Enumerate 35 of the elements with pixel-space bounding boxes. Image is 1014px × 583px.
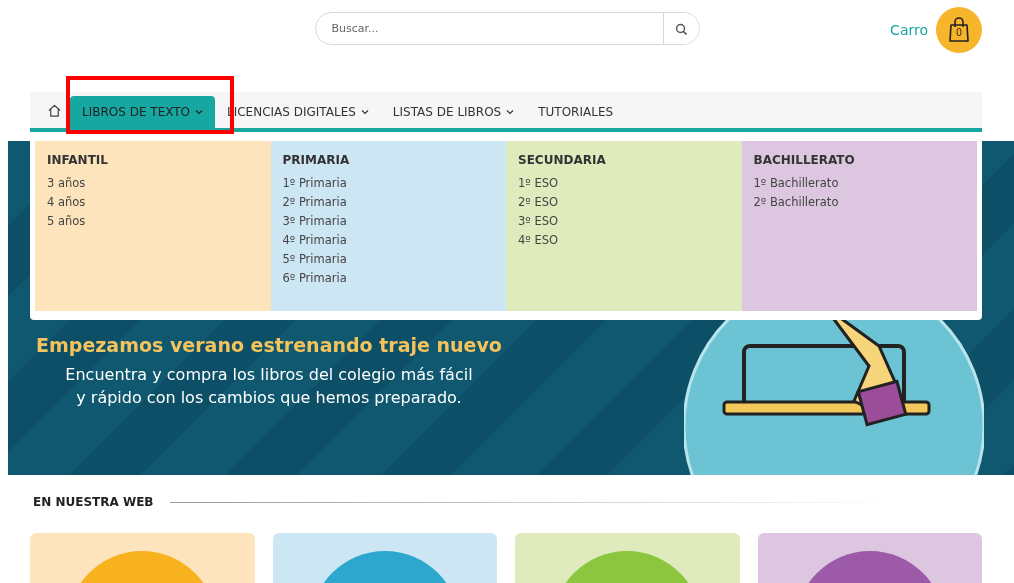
menu-link[interactable]: 4 años xyxy=(47,195,86,209)
menu-link[interactable]: 4º Primaria xyxy=(282,233,347,247)
column-heading: INFANTIL xyxy=(47,153,108,167)
shopping-bag-icon xyxy=(948,17,970,43)
column-heading: PRIMARIA xyxy=(282,153,350,167)
search-icon xyxy=(675,22,687,35)
menu-link[interactable]: 6º Primaria xyxy=(282,271,347,285)
menu-link[interactable]: 5 años xyxy=(47,214,86,228)
home-icon xyxy=(46,102,62,118)
menu-link[interactable]: 2º ESO xyxy=(518,195,558,209)
menu-link[interactable]: 3º ESO xyxy=(518,214,558,228)
nav-tab[interactable]: LISTAS DE LIBROS xyxy=(380,96,527,128)
menu-link[interactable]: 1º Primaria xyxy=(282,176,347,190)
menu-link[interactable]: 1º ESO xyxy=(518,176,558,190)
section-title: EN NUESTRA WEB xyxy=(33,495,154,509)
menu-link[interactable]: 3º Primaria xyxy=(282,214,347,228)
category-card[interactable] xyxy=(757,533,982,583)
column-heading: BACHILLERATO xyxy=(753,153,855,167)
category-card[interactable] xyxy=(272,533,497,583)
banner-text: Encuentra y compra los libros del colegio más fácil y rápido con los cambios que hemos preparado. xyxy=(64,364,474,409)
menu-link[interactable]: 2º Primaria xyxy=(282,195,347,209)
menu-link[interactable]: 4º ESO xyxy=(518,233,558,247)
menu-link[interactable]: 3 años xyxy=(47,176,86,190)
nav-tab[interactable]: LIBROS DE TEXTO xyxy=(70,96,215,128)
banner-headline: Empezamos verano estrenando traje nuevo xyxy=(36,334,502,357)
column-heading: SECUNDARIA xyxy=(518,153,606,167)
cart-count: 0 xyxy=(955,27,963,38)
search-field[interactable]: Buscar... xyxy=(314,12,700,45)
nav-tab[interactable]: TUTORIALES xyxy=(526,96,626,128)
menu-link[interactable]: 5º Primaria xyxy=(282,252,347,266)
menu-link[interactable]: 2º Bachillerato xyxy=(753,195,839,209)
cart-button[interactable]: 0 xyxy=(936,7,982,53)
menu-link[interactable]: 1º Bachillerato xyxy=(753,176,839,190)
category-card[interactable] xyxy=(515,533,740,583)
search-button[interactable] xyxy=(662,13,699,44)
